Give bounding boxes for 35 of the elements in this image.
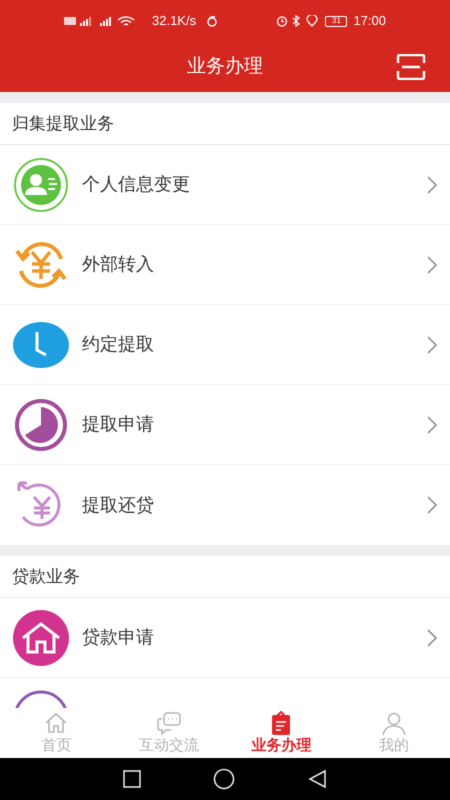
menu-row[interactable]: 提取还贷 <box>0 465 450 545</box>
menu-row[interactable]: 提取申请 <box>0 385 450 465</box>
row-label: 提取还贷 <box>82 494 155 516</box>
row-label: 提取申请 <box>82 413 155 436</box>
menu-row[interactable]: 外部转入 <box>0 225 450 305</box>
battery-icon: 31 <box>325 16 348 26</box>
recents-icon[interactable] <box>123 770 141 788</box>
clock: 17:00 <box>353 12 386 30</box>
back-icon[interactable] <box>307 769 327 789</box>
network-speed: 32.1K/s <box>152 12 196 30</box>
app-icon <box>206 15 218 27</box>
tab-icon <box>156 711 182 737</box>
house-icon <box>12 608 70 666</box>
scan-icon[interactable] <box>396 54 426 80</box>
status-icons <box>276 15 320 27</box>
chevron-icon <box>426 334 438 354</box>
tab-icon <box>380 711 407 737</box>
row-label: 外部转入 <box>82 253 155 276</box>
menu-row[interactable]: 约定提取 <box>0 305 450 385</box>
section-title: 贷款业务 <box>12 566 80 588</box>
chevron-icon <box>426 174 438 194</box>
row-label: 个人信息变更 <box>82 173 191 196</box>
home-icon[interactable] <box>213 768 235 790</box>
chevron-icon <box>426 495 438 515</box>
section-title: 归集提取业务 <box>12 112 114 135</box>
row-label: 贷款申请 <box>82 626 155 649</box>
chevron-icon <box>426 628 438 648</box>
person-icon <box>12 156 70 214</box>
tab[interactable]: 业务办理 <box>225 708 338 758</box>
row-label: 约定提取 <box>82 333 155 356</box>
chevron-icon <box>426 254 438 274</box>
chevron-icon <box>426 414 438 434</box>
page-title: 业务办理 <box>187 54 263 79</box>
menu-row[interactable]: 个人信息变更 <box>0 145 450 225</box>
menu-row[interactable]: 贷款申请 <box>0 598 450 678</box>
